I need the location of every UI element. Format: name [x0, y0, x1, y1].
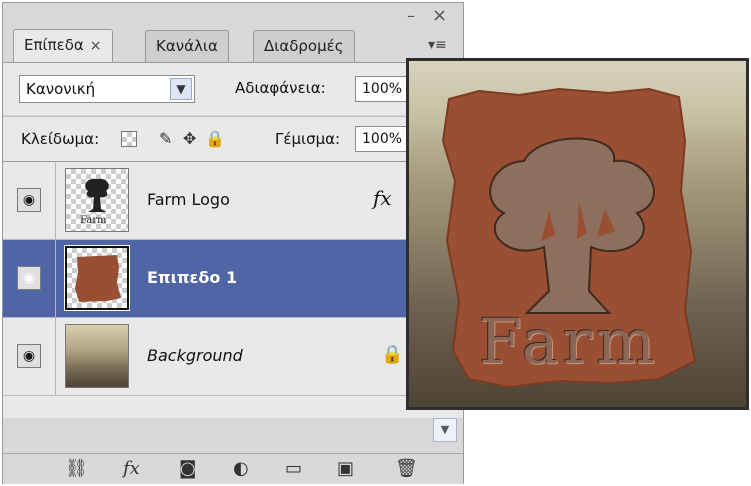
eye-icon[interactable]: ◉ — [17, 266, 41, 290]
chevron-down-icon[interactable]: ▼ — [170, 78, 192, 100]
divider — [55, 162, 56, 240]
logo-text: Farm — [479, 305, 660, 378]
eye-icon[interactable]: ◉ — [17, 188, 41, 212]
layer-thumbnail — [64, 245, 130, 311]
layer-name: Background — [147, 346, 243, 365]
layer-thumbnail: Farm — [65, 168, 129, 232]
folder-icon[interactable]: ▭ — [285, 458, 302, 479]
close-panel-icon[interactable]: × — [432, 5, 447, 26]
scroll-down-icon[interactable]: ▼ — [433, 418, 457, 442]
panel-footer: ⛓ fx ◙ ◐ ▭ ▣ 🗑 — [3, 453, 463, 484]
lock-label: Κλείδωμα: — [21, 130, 100, 148]
layer-row-farm-logo[interactable]: ◉ Farm Farm Logo fx — [3, 162, 463, 240]
new-layer-icon[interactable]: ▣ — [337, 458, 354, 479]
lock-all-icon[interactable]: 🔒 — [205, 129, 225, 148]
lock-row: Κλείδωμα: ✎ ✥ 🔒 Γέμισμα: 100% — [3, 116, 463, 161]
layer-thumbnail — [65, 324, 129, 388]
tab-paths[interactable]: Διαδρομές — [253, 30, 355, 62]
fill-label: Γέμισμα: — [275, 130, 341, 148]
layers-list: ◉ Farm Farm Logo fx ◉ Επιπεδο 1 ◉ Backgr… — [3, 161, 463, 418]
blend-mode-value: Κανονική — [26, 80, 96, 98]
scrollbar[interactable]: ▼ — [433, 418, 459, 448]
layer-name: Επιπεδο 1 — [147, 268, 238, 287]
layer-row-background[interactable]: ◉ Background 🔒 — [3, 318, 463, 396]
mask-icon[interactable]: ◙ — [179, 458, 196, 479]
fx-icon[interactable]: fx — [373, 186, 392, 210]
lock-icon: 🔒 — [381, 344, 404, 365]
blend-mode-select[interactable]: Κανονική ▼ — [19, 75, 195, 103]
adjustment-icon[interactable]: ◐ — [233, 458, 249, 479]
opacity-label: Αδιαφάνεια: — [235, 79, 326, 97]
fx-icon[interactable]: fx — [123, 458, 140, 479]
tree-logo-thumbnail-icon: Farm — [80, 178, 109, 226]
trash-icon[interactable]: 🗑 — [395, 458, 418, 479]
tab-channels-label: Κανάλια — [156, 37, 218, 55]
tab-paths-label: Διαδρομές — [264, 37, 344, 55]
link-icon[interactable]: ⛓ — [65, 458, 88, 479]
lock-transparent-icon[interactable] — [121, 131, 137, 147]
blend-options-row: Κανονική ▼ Αδιαφάνεια: 100% — [3, 63, 463, 115]
layers-panel: – × Επίπεδα × Κανάλια Διαδρομές ▾≡ Κανονι… — [2, 2, 464, 484]
shape-thumbnail-icon — [75, 255, 121, 302]
lock-brush-icon[interactable]: ✎ — [159, 129, 172, 148]
tab-channels[interactable]: Κανάλια — [145, 30, 229, 62]
svg-text:Farm: Farm — [80, 215, 107, 226]
tab-layers-label: Επίπεδα — [24, 36, 84, 54]
canvas-preview: Farm — [406, 58, 749, 410]
tab-close-icon[interactable]: × — [90, 38, 102, 54]
divider — [55, 318, 56, 396]
tab-layers[interactable]: Επίπεδα × — [13, 29, 113, 63]
eye-icon[interactable]: ◉ — [17, 344, 41, 368]
panel-menu-icon[interactable]: ▾≡ — [428, 37, 447, 53]
lock-move-icon[interactable]: ✥ — [183, 129, 196, 148]
divider — [55, 240, 56, 318]
layer-row-layer-1[interactable]: ◉ Επιπεδο 1 — [3, 240, 463, 318]
layer-name: Farm Logo — [147, 190, 230, 209]
minimize-icon[interactable]: – — [407, 6, 415, 25]
